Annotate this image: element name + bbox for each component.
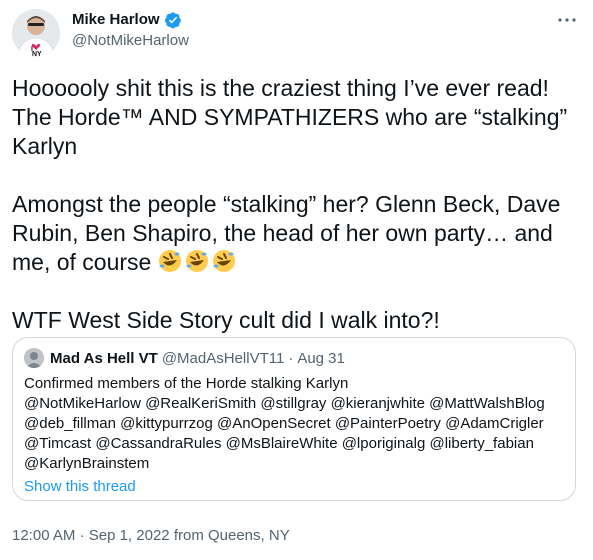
quoted-line-2: @NotMikeHarlow @RealKeriSmith @stillgray… <box>24 395 545 412</box>
author-name-row: Mike Harlow <box>72 10 189 30</box>
quoted-separator: · <box>288 349 294 367</box>
source-prefix: from <box>173 527 204 544</box>
more-dots-icon[interactable] <box>555 8 579 32</box>
quoted-tweet-card[interactable]: Mad As Hell VT @MadAsHellVT11 · Aug 31 C… <box>12 337 576 501</box>
quoted-author-avatar <box>24 348 44 368</box>
meta-separator: · <box>79 527 85 544</box>
quoted-author-handle: @MadAsHellVT11 <box>161 349 285 367</box>
rolling-laughing-emoji-icon <box>211 248 237 274</box>
tweet-location[interactable]: Queens, NY <box>208 527 290 544</box>
tweet-paragraph-3: WTF West Side Story cult did I walk into… <box>12 307 440 333</box>
quoted-line-5: @KarlynBrainstem <box>24 455 150 472</box>
tweet-time[interactable]: 12:00 AM <box>12 527 75 544</box>
rolling-laughing-emoji-icon <box>157 248 183 274</box>
rolling-laughing-emoji-icon <box>184 248 210 274</box>
quoted-tweet-date: Aug 31 <box>297 349 345 367</box>
quoted-line-3: @deb_fillman @kittypurrzog @AnOpenSecret… <box>24 415 544 432</box>
quoted-author-name: Mad As Hell VT <box>50 349 158 367</box>
author-display-name[interactable]: Mike Harlow <box>72 10 160 30</box>
quoted-tweet-text: Confirmed members of the Horde stalking … <box>24 374 564 474</box>
tweet-paragraph-2: Amongst the people “stalking” her? Glenn… <box>12 190 572 277</box>
quoted-line-4: @Timcast @CassandraRules @MsBlaireWhite … <box>24 435 534 452</box>
emoji-group <box>157 248 237 274</box>
tweet-paragraph-2-text: Amongst the people “stalking” her? Glenn… <box>12 191 561 275</box>
author-avatar[interactable]: I NY <box>12 9 60 57</box>
tweet-text: Hoooooly shit this is the craziest thing… <box>12 74 572 335</box>
author-info: Mike Harlow @NotMikeHarlow <box>72 10 189 51</box>
avatar-image: I NY <box>12 9 60 57</box>
svg-text:NY: NY <box>32 51 42 57</box>
tweet-date[interactable]: Sep 1, 2022 <box>89 527 170 544</box>
author-handle[interactable]: @NotMikeHarlow <box>72 31 189 51</box>
tweet-paragraph-1: Hoooooly shit this is the craziest thing… <box>12 75 568 159</box>
verified-badge-icon <box>164 11 182 29</box>
show-thread-link[interactable]: Show this thread <box>24 477 136 497</box>
quoted-line-1: Confirmed members of the Horde stalking … <box>24 375 349 392</box>
tweet-metadata: 12:00 AM · Sep 1, 2022 from Queens, NY <box>12 526 290 546</box>
quoted-tweet-header: Mad As Hell VT @MadAsHellVT11 · Aug 31 <box>24 348 345 368</box>
